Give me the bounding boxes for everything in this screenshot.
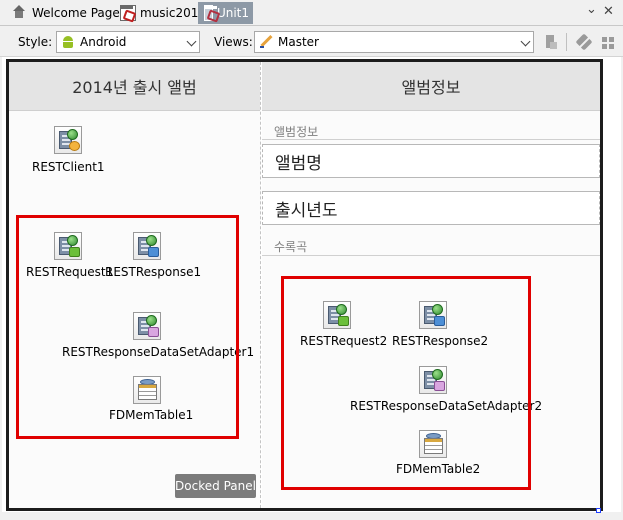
- toolbar-separator: [566, 33, 567, 51]
- group-header-album-info: 앨범정보: [274, 125, 319, 139]
- adapter-badge-icon: [148, 327, 159, 337]
- right-panel-header: 앨범정보: [262, 62, 600, 111]
- component-label: RESTResponse2: [392, 334, 489, 348]
- restresponse2-component[interactable]: [419, 301, 447, 329]
- globe-icon: [336, 304, 347, 315]
- document-tab-bar: Welcome Page music2014 Unit1 ⌄ ✕: [0, 0, 623, 26]
- component-label: RESTClient1: [32, 160, 105, 174]
- component-label: RESTResponseDataSetAdapter2: [350, 399, 543, 413]
- globe-icon: [432, 304, 443, 315]
- restclient1-component[interactable]: [54, 126, 82, 154]
- request-badge-icon: [69, 247, 80, 257]
- tab-list-dropdown-icon[interactable]: ⌄: [586, 2, 597, 17]
- pencil-icon: [259, 35, 273, 49]
- group-header-tracks: 수록곡: [274, 240, 308, 254]
- adapter-badge-icon: [434, 381, 445, 391]
- component-label: RESTResponseDataSetAdapter1: [62, 345, 255, 359]
- fdmemtable2-component[interactable]: [419, 430, 447, 458]
- globe-icon: [67, 129, 78, 140]
- tab-label: music2014: [140, 6, 207, 20]
- restresponse1-component[interactable]: [133, 232, 161, 260]
- response-badge-icon: [148, 247, 159, 257]
- selection-handle[interactable]: [596, 508, 601, 513]
- restresponsedatasetadapter1-component[interactable]: [133, 312, 161, 340]
- fdmemtable1-component[interactable]: [133, 376, 161, 404]
- globe-icon: [432, 369, 443, 380]
- component-label: RESTResponse1: [105, 265, 202, 279]
- house-icon: [12, 5, 28, 21]
- restresponsedatasetadapter2-component[interactable]: [419, 366, 447, 394]
- android-icon: [61, 35, 75, 49]
- client-badge-icon: [69, 141, 80, 151]
- component-label: RESTRequest1: [26, 265, 114, 279]
- tab-unit1[interactable]: Unit1: [198, 2, 253, 24]
- style-value: Android: [80, 35, 127, 49]
- remove-view-icon[interactable]: [576, 33, 594, 51]
- list-item-release-year[interactable]: 출시년도: [262, 191, 600, 225]
- grid-options-icon[interactable]: [600, 33, 618, 51]
- group-divider: [262, 139, 600, 140]
- globe-icon: [146, 315, 157, 326]
- left-panel[interactable]: 2014년 출시 앨범 RESTClient1 RESTRequest1 RES…: [9, 62, 261, 508]
- left-panel-header: 2014년 출시 앨범: [9, 62, 260, 111]
- component-label: FDMemTable2: [396, 462, 481, 476]
- list-item-album-name[interactable]: 앨범명: [262, 144, 600, 178]
- globe-icon: [67, 235, 78, 246]
- form-icon: [204, 5, 217, 21]
- chevron-down-icon: [520, 36, 531, 47]
- table-icon: [424, 438, 443, 454]
- tab-music2014[interactable]: music2014: [114, 2, 210, 24]
- globe-icon: [146, 235, 157, 246]
- tab-welcome-page[interactable]: Welcome Page: [6, 2, 124, 24]
- tab-label: Welcome Page: [32, 6, 120, 20]
- form-surface[interactable]: 2014년 출시 앨범 RESTClient1 RESTRequest1 RES…: [6, 59, 603, 511]
- views-value: Master: [278, 35, 319, 49]
- form-icon: [120, 5, 136, 21]
- response-badge-icon: [434, 316, 445, 326]
- component-label: FDMemTable1: [109, 408, 194, 422]
- right-panel[interactable]: 앨범정보 앨범정보 앨범명 출시년도 수록곡 RESTRequest2 REST…: [262, 62, 600, 508]
- component-label: RESTRequest2: [300, 334, 388, 348]
- docked-panel-button[interactable]: Docked Panel: [175, 474, 256, 498]
- table-icon: [138, 384, 157, 400]
- restrequest1-component[interactable]: [54, 232, 82, 260]
- views-label: Views:: [214, 35, 253, 49]
- restrequest2-component[interactable]: [323, 301, 351, 329]
- group-divider: [262, 255, 600, 256]
- form-designer-toolbar: Style: Android Views: Master: [0, 27, 623, 57]
- tab-label: Unit1: [216, 6, 249, 20]
- view-document-icon[interactable]: [542, 33, 560, 51]
- views-select[interactable]: Master: [254, 31, 534, 53]
- form-designer: 2014년 출시 앨범 RESTClient1 RESTRequest1 RES…: [2, 57, 621, 512]
- close-tab-icon[interactable]: ✕: [603, 4, 614, 19]
- request-badge-icon: [338, 316, 349, 326]
- style-label: Style:: [18, 35, 53, 49]
- chevron-down-icon: [186, 36, 197, 47]
- style-select[interactable]: Android: [56, 31, 200, 53]
